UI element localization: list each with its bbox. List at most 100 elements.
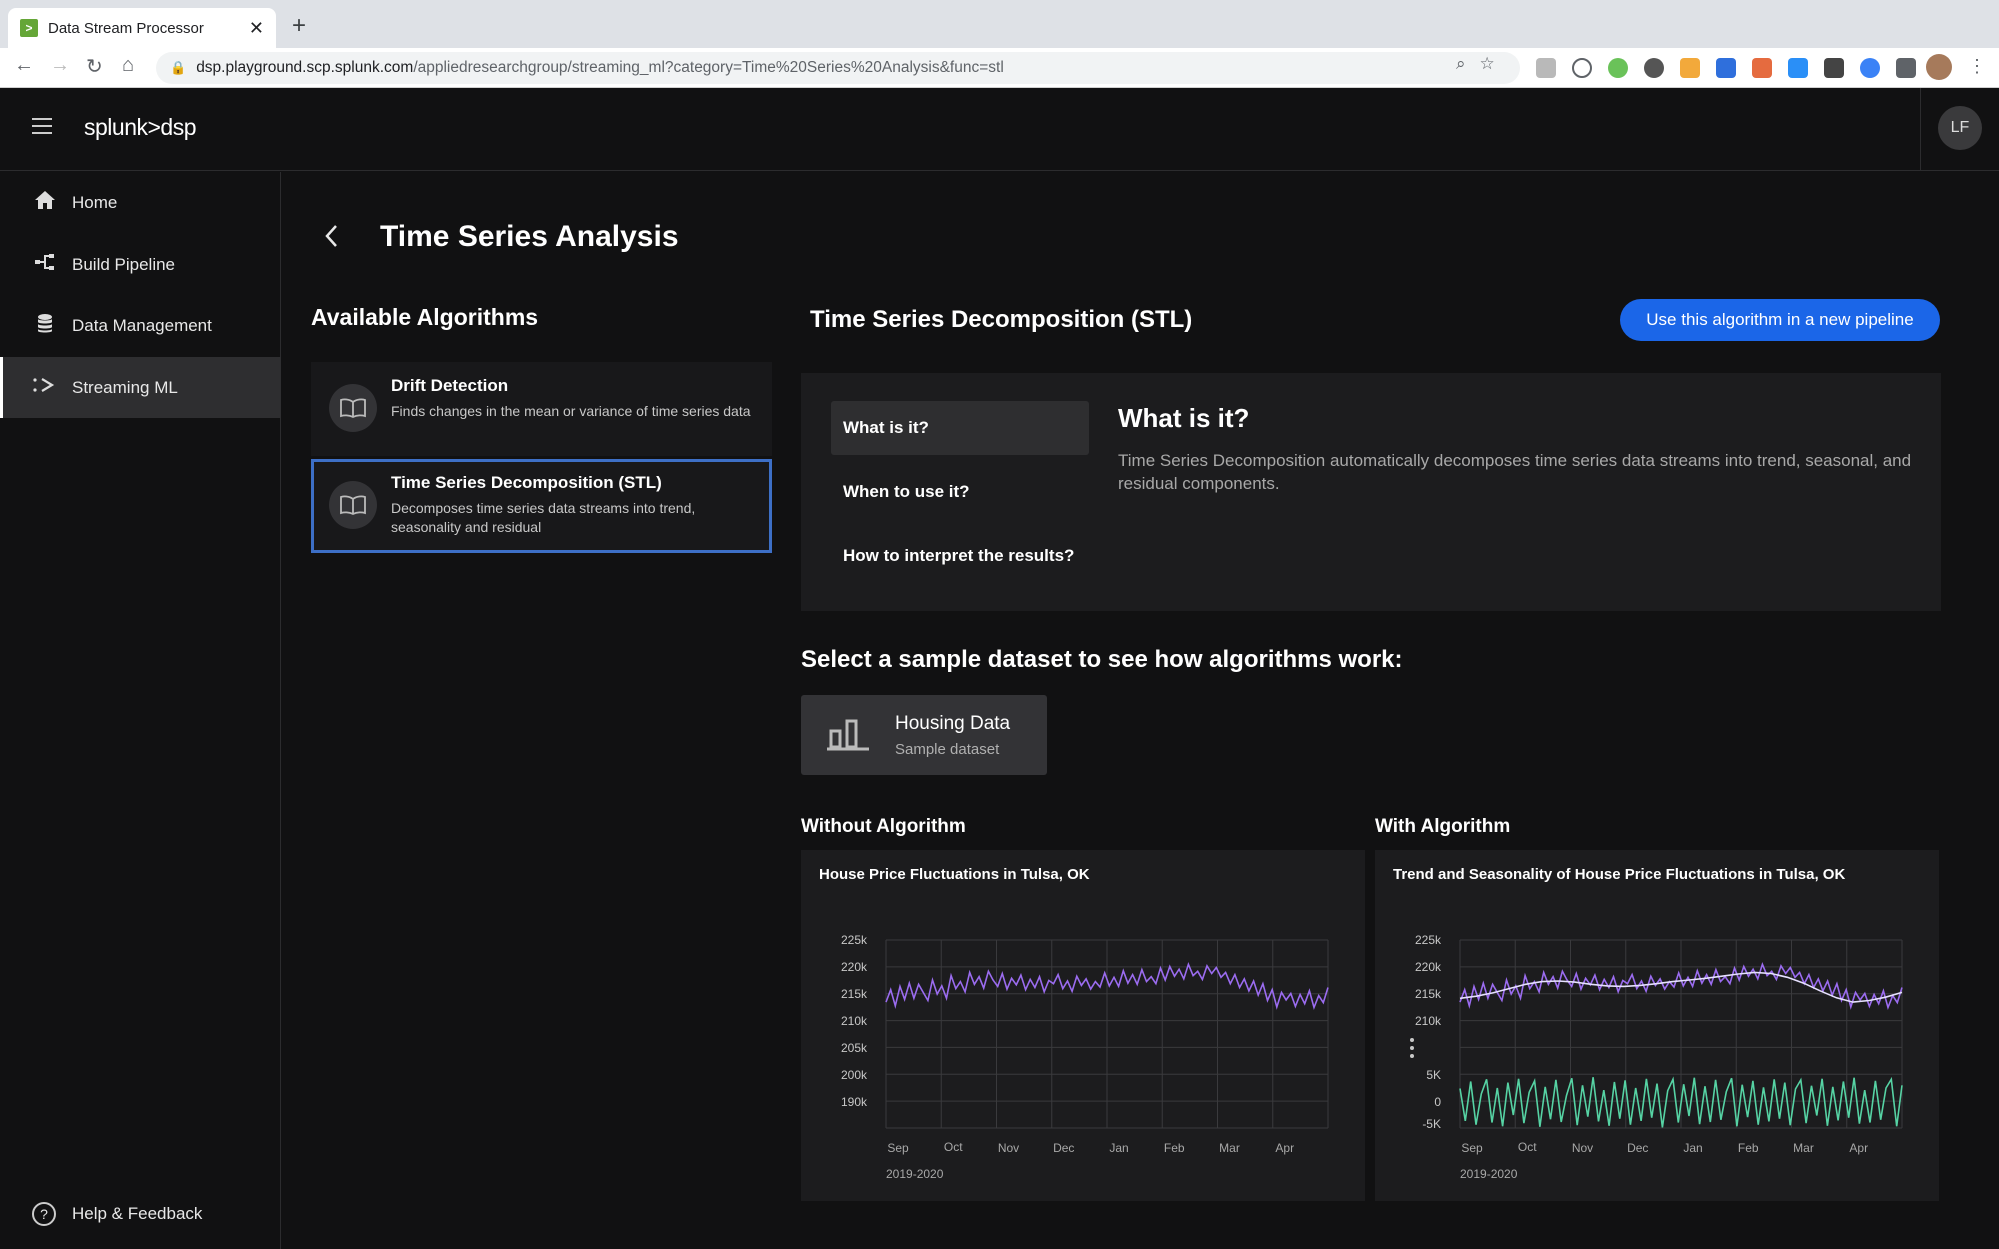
v-extension-icon[interactable] [1716,58,1736,78]
browser-profile-avatar[interactable] [1926,54,1952,80]
available-algorithms-heading: Available Algorithms [311,304,539,330]
omnibox-icons: ⌕ ☆ [1456,54,1495,74]
hamburger-menu-icon[interactable] [32,118,52,134]
y-tick-label: 220k [1415,960,1442,974]
lock-icon: 🔒 [170,60,187,75]
dataset-card-housing[interactable]: Housing Data Sample dataset [801,695,1047,775]
puzzle-icon[interactable] [1896,58,1916,78]
browser-tab-bar: > Data Stream Processor ✕ + [0,0,1999,48]
chart-panel-raw: House Price Fluctuations in Tulsa, OK 22… [801,850,1365,1201]
sidebar-item-home[interactable]: Home [0,172,281,233]
sidebar-item-label: Home [72,192,118,212]
back-chevron-icon[interactable] [322,222,342,257]
algorithm-description: Finds changes in the mean or variance of… [391,403,751,419]
chat-extension-icon[interactable] [1572,58,1592,78]
home-browser-icon[interactable]: ⌂ [122,54,134,77]
extension-icon[interactable] [1536,58,1556,78]
axis-break-dot [1410,1038,1414,1042]
back-arrow-icon[interactable]: ← [14,54,34,77]
axis-break-dot [1410,1046,1414,1050]
streaming-icon [32,374,58,402]
bookmark-star-icon[interactable]: ☆ [1480,54,1495,74]
sidebar-item-label: Build Pipeline [72,254,176,274]
sidebar-item-label: Data Management [72,315,212,335]
tab-what-is-it[interactable]: What is it? [831,401,1089,455]
axis-break-dot [1410,1054,1414,1058]
y-tick-label: 200k [841,1068,868,1082]
bookmark-extension-icon[interactable] [1788,58,1808,78]
algorithm-detail-title: Time Series Decomposition (STL) [810,306,1193,333]
y-tick-label: -5K [1422,1117,1441,1131]
x-tick-label: Jan [1109,1141,1128,1155]
y-tick-label: 0 [1434,1095,1441,1109]
dataset-subtitle: Sample dataset [895,740,1000,758]
x-tick-label: Nov [1572,1141,1593,1155]
x-tick-label: Sep [887,1141,909,1155]
forward-arrow-icon[interactable]: → [50,54,70,77]
splunk-dsp-logo: splunk>dsp [84,114,197,140]
help-feedback-link[interactable]: ? Help & Feedback [32,1202,202,1226]
info-heading: What is it? [1118,403,1250,433]
y-tick-label: 190k [841,1095,868,1109]
book-icon [329,384,377,432]
algorithm-info-panel: What is it? When to use it? How to inter… [801,373,1941,611]
database-icon [32,312,58,340]
x-tick-label: Feb [1738,1141,1759,1155]
add-extension-icon[interactable] [1608,58,1628,78]
book-icon [329,481,377,529]
m-extension-icon[interactable] [1680,58,1700,78]
info-body: Time Series Decomposition automatically … [1118,451,1912,493]
y-tick-label: 220k [841,960,868,974]
y-tick-label: 215k [841,987,868,1001]
browser-tab-title: Data Stream Processor [48,19,204,37]
url-host: dsp.playground.scp.splunk.com [196,59,414,76]
sample-dataset-heading: Select a sample dataset to see how algor… [801,646,1403,673]
with-algorithm-label: With Algorithm [1375,816,1511,837]
circle-extension-icon[interactable] [1644,58,1664,78]
w-extension-icon[interactable] [1824,58,1844,78]
bar-chart-icon [827,715,869,756]
sidebar-item-build-pipeline[interactable]: Build Pipeline [0,234,281,295]
extension-icons [1536,58,1916,78]
c-extension-icon[interactable] [1860,58,1880,78]
y-tick-label: 210k [1415,1014,1442,1028]
sidebar-item-streaming-ml[interactable]: Streaming ML [0,357,281,418]
dataset-name: Housing Data [895,712,1011,734]
y-tick-label: 210k [841,1014,868,1028]
zoom-icon[interactable]: ⌕ [1456,54,1466,74]
sidebar-item-data-management[interactable]: Data Management [0,295,281,356]
use-algorithm-button[interactable]: Use this algorithm in a new pipeline [1620,299,1940,341]
close-tab-icon[interactable]: ✕ [249,18,264,39]
decomposed-price-chart: 225k 220k 215k 210k 5K 0 -5K Sep Oct Nov Dec Jan Feb… [1410,933,1903,1181]
browser-tab[interactable]: > Data Stream Processor ✕ [8,8,276,48]
x-tick-label: Mar [1219,1141,1240,1155]
splunk-favicon-icon: > [20,19,38,37]
tab-how-to-interpret[interactable]: How to interpret the results? [831,529,1089,583]
algorithm-name: Time Series Decomposition (STL) [391,473,662,492]
x-tick-label: Dec [1053,1141,1074,1155]
x-tick-label: Feb [1164,1141,1185,1155]
wave-extension-icon[interactable] [1752,58,1772,78]
browser-menu-icon[interactable]: ⋮ [1968,56,1986,77]
reload-icon[interactable]: ↻ [86,54,103,79]
y-tick-label: 215k [1415,987,1442,1001]
x-tick-label: Dec [1627,1141,1648,1155]
new-tab-icon[interactable]: + [292,12,306,40]
address-bar[interactable]: 🔒 dsp.playground.scp.splunk.com/appliedr… [156,52,1520,84]
y-tick-label: 225k [841,933,868,947]
home-icon [32,189,58,217]
y-tick-label: 5K [1426,1068,1441,1082]
help-icon: ? [32,1202,56,1226]
user-avatar[interactable]: LF [1938,106,1982,150]
without-algorithm-label: Without Algorithm [801,816,966,837]
pipeline-icon [32,251,58,279]
algorithm-card-stl[interactable]: Time Series Decomposition (STL) Decompos… [311,459,772,553]
x-tick-label: Jan [1683,1141,1702,1155]
x-tick-label: Oct [944,1140,963,1154]
y-tick-label: 225k [1415,933,1442,947]
tab-when-to-use[interactable]: When to use it? [831,465,1089,519]
x-tick-label: Apr [1849,1141,1868,1155]
algorithm-description: Decomposes time series data streams into… [391,500,696,535]
algorithm-card-drift-detection[interactable]: Drift Detection Finds changes in the mea… [311,362,772,456]
x-tick-label: Nov [998,1141,1019,1155]
